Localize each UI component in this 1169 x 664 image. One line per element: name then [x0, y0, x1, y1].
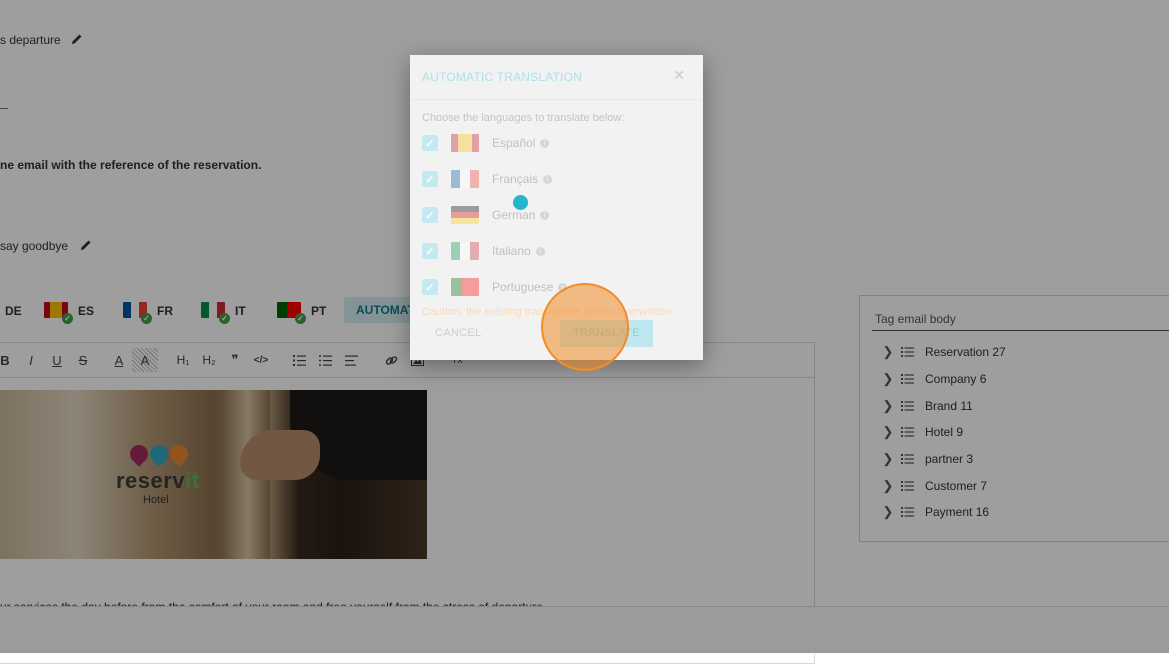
- info-icon[interactable]: i: [540, 210, 550, 220]
- language-label: Français: [492, 172, 539, 186]
- language-option-es[interactable]: ✓ Español i: [422, 133, 550, 153]
- flag-pt-icon: [451, 278, 479, 296]
- language-label: Español: [492, 136, 536, 150]
- checkbox[interactable]: ✓: [422, 279, 438, 295]
- close-icon[interactable]: ✕: [673, 67, 685, 84]
- cursor-dot: [513, 195, 528, 210]
- language-option-fr[interactable]: ✓ Français i: [422, 169, 553, 189]
- language-option-pt[interactable]: ✓ Portuguese i: [422, 277, 568, 297]
- flag-es-icon: [451, 134, 479, 152]
- checkbox[interactable]: ✓: [422, 243, 438, 259]
- language-option-de[interactable]: ✓ German i: [422, 205, 550, 225]
- dialog-intro: Choose the languages to translate below:: [422, 112, 625, 124]
- checkbox[interactable]: ✓: [422, 171, 438, 187]
- info-icon[interactable]: i: [535, 246, 545, 256]
- info-icon[interactable]: i: [540, 138, 550, 148]
- checkbox[interactable]: ✓: [422, 207, 438, 223]
- dialog-divider: [410, 99, 703, 100]
- info-icon[interactable]: i: [543, 174, 553, 184]
- language-label: Portuguese: [492, 280, 554, 294]
- flag-fr-icon: [451, 170, 479, 188]
- language-option-it[interactable]: ✓ Italiano i: [422, 241, 545, 261]
- language-label: German: [492, 208, 536, 222]
- flag-de-icon: [451, 206, 479, 224]
- checkbox[interactable]: ✓: [422, 135, 438, 151]
- dialog-title: AUTOMATIC TRANSLATION: [422, 70, 582, 84]
- flag-it-icon: [451, 242, 479, 260]
- click-indicator: [541, 283, 629, 371]
- cancel-button[interactable]: CANCEL: [435, 327, 481, 339]
- language-label: Italiano: [492, 244, 531, 258]
